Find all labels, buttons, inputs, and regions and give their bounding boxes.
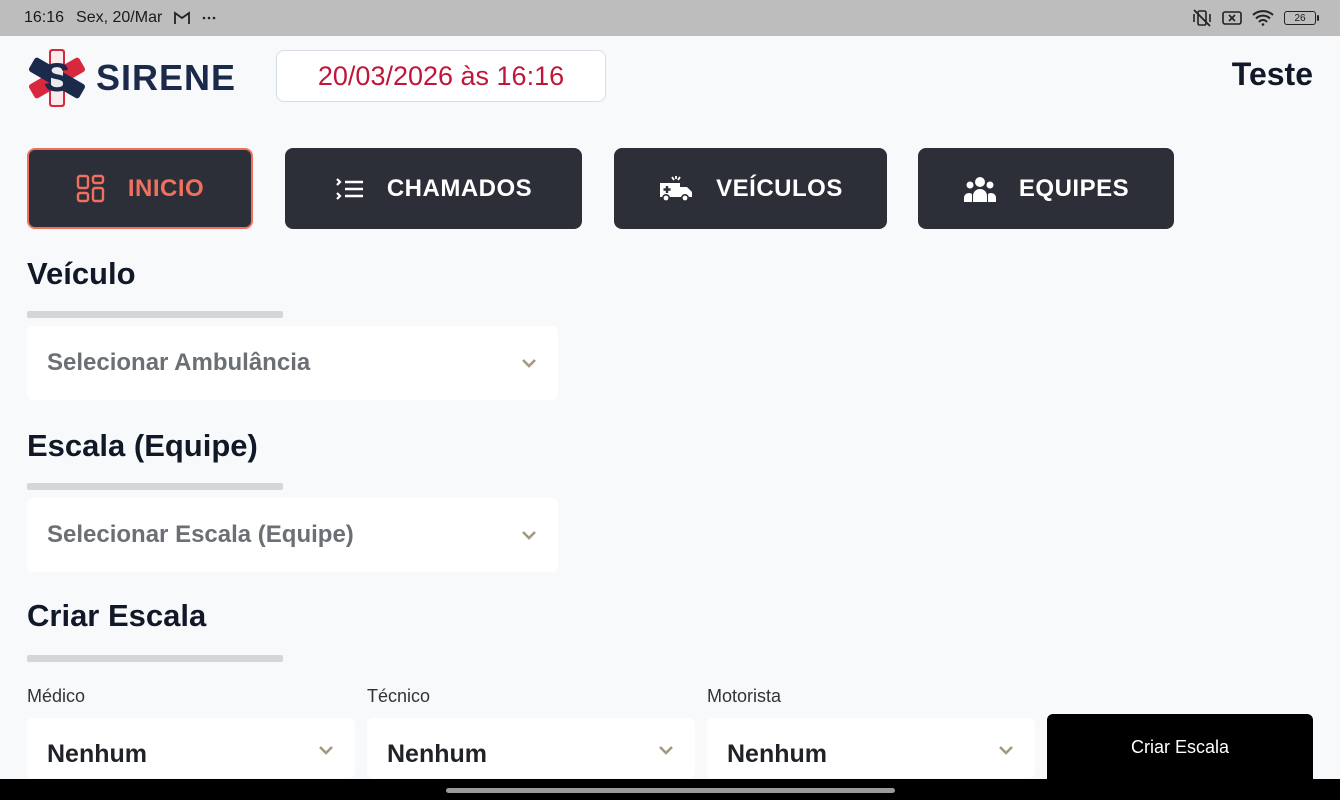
sirene-logo-icon: S	[28, 49, 86, 107]
list-icon	[336, 177, 363, 200]
user-name[interactable]: Teste	[1232, 56, 1313, 93]
driver-select[interactable]: Nenhum	[707, 718, 1035, 778]
current-datetime: 20/03/2026 às 16:16	[276, 50, 606, 102]
nav-chamados-label: CHAMADOS	[386, 174, 533, 202]
gmail-icon	[174, 11, 191, 25]
chevron-down-icon	[317, 740, 335, 756]
doctor-select-value: Nenhum	[47, 740, 147, 768]
chevron-down-icon	[657, 740, 675, 756]
status-bar: 16:16 Sex, 20/Mar 26	[0, 0, 1340, 36]
team-icon	[963, 176, 996, 202]
ambulance-select[interactable]: Selecionar Ambulância	[27, 326, 558, 400]
ambulance-select-placeholder: Selecionar Ambulância	[47, 349, 311, 376]
app-logo: S SIRENE	[26, 48, 236, 108]
sim-off-icon	[1222, 10, 1242, 26]
chevron-down-icon	[520, 529, 538, 541]
grid-icon	[76, 174, 105, 202]
more-notifications-icon	[202, 16, 216, 20]
team-scale-select[interactable]: Selecionar Escala (Equipe)	[27, 498, 558, 572]
svg-text:S: S	[44, 56, 71, 100]
system-navigation-bar	[0, 779, 1340, 800]
technician-label: Técnico	[367, 686, 431, 706]
team-scale-section-divider	[27, 483, 283, 490]
nav-inicio-button[interactable]: INICIO	[27, 148, 253, 229]
create-scale-button[interactable]: Criar Escala	[1047, 714, 1313, 780]
driver-label: Motorista	[707, 686, 782, 706]
doctor-label: Médico	[27, 686, 86, 706]
vibrate-off-icon	[1192, 9, 1212, 27]
technician-select[interactable]: Nenhum	[367, 718, 695, 778]
ambulance-icon	[660, 175, 693, 202]
driver-select-value: Nenhum	[727, 740, 827, 768]
wifi-icon	[1252, 10, 1274, 26]
nav-chamados-button[interactable]: CHAMADOS	[285, 148, 582, 229]
vehicle-section-title: Veículo	[27, 256, 136, 291]
logo-text: SIRENE	[96, 57, 237, 98]
nav-equipes-label: EQUIPES	[1018, 174, 1130, 202]
nav-equipes-button[interactable]: EQUIPES	[918, 148, 1174, 229]
vehicle-section-divider	[27, 311, 283, 318]
create-scale-section-title: Criar Escala	[27, 598, 207, 633]
team-scale-select-placeholder: Selecionar Escala (Equipe)	[47, 521, 354, 548]
nav-veiculos-button[interactable]: VEÍCULOS	[614, 148, 887, 229]
create-scale-section-divider	[27, 655, 283, 662]
status-date: Sex, 20/Mar	[76, 9, 163, 26]
technician-select-value: Nenhum	[387, 740, 487, 768]
doctor-select[interactable]: Nenhum	[27, 718, 355, 778]
chevron-down-icon	[520, 357, 538, 369]
chevron-down-icon	[997, 740, 1015, 756]
team-scale-section-title: Escala (Equipe)	[27, 428, 258, 463]
status-time: 16:16	[24, 9, 65, 26]
nav-inicio-label: INICIO	[127, 174, 205, 202]
home-gesture-handle[interactable]	[446, 788, 895, 793]
battery-icon: 26	[1284, 11, 1319, 25]
nav-veiculos-label: VEÍCULOS	[716, 174, 843, 202]
